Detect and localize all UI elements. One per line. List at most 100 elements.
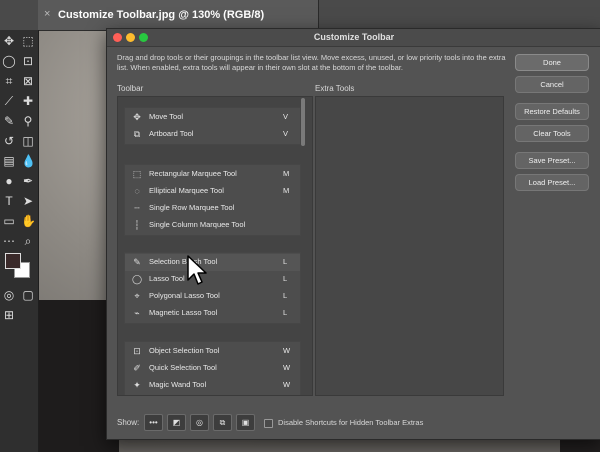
eraser-icon[interactable]: ◫ bbox=[21, 134, 35, 148]
stamp-icon[interactable]: ⚲ bbox=[21, 114, 35, 128]
type-icon[interactable]: T bbox=[2, 194, 16, 208]
disable-shortcuts-label[interactable]: Disable Shortcuts for Hidden Toolbar Ext… bbox=[278, 418, 423, 427]
list-item[interactable]: ⬚ Rectangular Marquee Tool M bbox=[125, 166, 300, 183]
tool-shortcut: W bbox=[283, 363, 291, 372]
clear-tools-button[interactable]: Clear Tools bbox=[515, 125, 589, 142]
color-swatch-icon[interactable]: ◩ bbox=[167, 414, 186, 431]
blur-icon[interactable]: 💧 bbox=[21, 154, 36, 168]
tool-shortcut: M bbox=[283, 169, 290, 178]
tools-panel: ✥ ⬚ ◯ ⊡ ⌗ ⊠ ⟋ ✚ ✎ ⚲ ↺ ◫ ▤ 💧 ● ✒ T ➤ ▭ ✋ … bbox=[0, 30, 39, 452]
move-icon[interactable]: ✥ bbox=[2, 34, 16, 48]
tool-shortcut: L bbox=[283, 257, 288, 266]
tool-group[interactable]: ⊡ Object Selection Tool W ✐ Quick Select… bbox=[124, 341, 301, 395]
quick-mask-icon[interactable]: ◎ bbox=[2, 288, 16, 302]
shape-icon[interactable]: ▭ bbox=[2, 214, 16, 228]
document-tab-title: Customize Toolbar.jpg @ 130% (RGB/8) bbox=[58, 9, 265, 21]
tool-group[interactable]: ✥ Move Tool V ⧉ Artboard Tool V bbox=[124, 107, 301, 145]
list-item[interactable]: ✦ Magic Wand Tool W bbox=[125, 377, 300, 394]
object-selection-icon: ⊡ bbox=[133, 346, 141, 356]
tool-group[interactable]: ✎ Selection Brush Tool L ◯ Lasso Tool L … bbox=[124, 252, 301, 324]
more-tools-icon[interactable]: ⋯ bbox=[2, 234, 16, 248]
tool-name: Magic Wand Tool bbox=[149, 380, 207, 389]
quick-mask-icon[interactable]: ◎ bbox=[190, 414, 209, 431]
more-icon[interactable]: ••• bbox=[144, 414, 163, 431]
magnetic-lasso-icon: ⌁ bbox=[134, 308, 140, 318]
close-tab-icon[interactable]: × bbox=[44, 8, 50, 20]
frame-icon[interactable]: ⊠ bbox=[21, 74, 35, 88]
toolbar-list-label: Toolbar bbox=[117, 84, 144, 93]
healing-icon[interactable]: ✚ bbox=[21, 94, 35, 108]
restore-defaults-button[interactable]: Restore Defaults bbox=[515, 103, 589, 120]
gradient-icon[interactable]: ▤ bbox=[2, 154, 16, 168]
hand-icon[interactable]: ✋ bbox=[21, 214, 36, 228]
tool-shortcut: L bbox=[283, 274, 288, 283]
history-brush-icon[interactable]: ↺ bbox=[2, 134, 16, 148]
toolbar-list[interactable]: ✥ Move Tool V ⧉ Artboard Tool V ⬚ Rectan… bbox=[117, 96, 313, 396]
list-item[interactable]: ┄ Single Row Marquee Tool bbox=[125, 200, 300, 217]
lasso-icon[interactable]: ◯ bbox=[2, 54, 16, 68]
rectangular-marquee-icon: ⬚ bbox=[132, 169, 142, 179]
dialog-title: Customize Toolbar bbox=[313, 32, 395, 42]
scrollbar-thumb[interactable] bbox=[301, 98, 305, 146]
list-item[interactable]: ◌ Elliptical Marquee Tool M bbox=[125, 183, 300, 200]
single-column-marquee-icon: ┆ bbox=[134, 220, 140, 230]
tool-name: Elliptical Marquee Tool bbox=[149, 186, 224, 195]
tool-group[interactable]: ⬚ Rectangular Marquee Tool M ◌ Elliptica… bbox=[124, 164, 301, 236]
tool-shortcut: L bbox=[283, 308, 288, 317]
foreground-color-swatch[interactable] bbox=[5, 253, 21, 269]
tool-name: Object Selection Tool bbox=[149, 346, 220, 355]
rect-marquee-icon[interactable]: ⬚ bbox=[21, 34, 35, 48]
edit-toolbar-icon[interactable]: ⊞ bbox=[2, 308, 16, 322]
save-preset-button[interactable]: Save Preset... bbox=[515, 152, 589, 169]
load-preset-button[interactable]: Load Preset... bbox=[515, 174, 589, 191]
magic-wand-icon: ✦ bbox=[133, 380, 141, 390]
done-button[interactable]: Done bbox=[515, 54, 589, 71]
list-item[interactable]: ✎ Selection Brush Tool L bbox=[125, 254, 300, 271]
tool-shortcut: W bbox=[283, 380, 291, 389]
lasso-icon: ◯ bbox=[131, 274, 143, 284]
extra-tools-label: Extra Tools bbox=[315, 84, 355, 93]
crop-icon[interactable]: ⌗ bbox=[2, 74, 16, 88]
list-item[interactable]: ⌖ Polygonal Lasso Tool L bbox=[125, 288, 300, 305]
tool-shortcut: V bbox=[283, 112, 289, 121]
mouse-cursor-icon bbox=[187, 255, 207, 285]
list-item[interactable]: ┆ Single Column Marquee Tool bbox=[125, 217, 300, 234]
dodge-icon[interactable]: ● bbox=[2, 174, 16, 188]
list-item[interactable]: ✥ Move Tool V bbox=[125, 109, 300, 126]
artboard-mode-icon[interactable]: ▣ bbox=[236, 414, 255, 431]
zoom-icon[interactable]: ⌕ bbox=[21, 234, 35, 248]
single-row-marquee-icon: ┄ bbox=[134, 203, 140, 213]
app-menubar: × Customize Toolbar.jpg @ 130% (RGB/8) bbox=[0, 0, 600, 31]
selection-brush-icon: ✎ bbox=[133, 257, 141, 267]
extra-tools-list[interactable] bbox=[315, 96, 504, 396]
disable-shortcuts-checkbox[interactable] bbox=[264, 419, 273, 428]
move-icon: ✥ bbox=[133, 112, 141, 122]
list-item[interactable]: ◯ Lasso Tool L bbox=[125, 271, 300, 288]
list-item[interactable]: ⊡ Object Selection Tool W bbox=[125, 343, 300, 360]
screen-mode-icon[interactable]: ⧉ bbox=[213, 414, 232, 431]
toolbar-list-scrollbar[interactable] bbox=[300, 96, 306, 394]
quick-selection-icon: ✐ bbox=[133, 363, 141, 373]
tool-name: Rectangular Marquee Tool bbox=[149, 169, 237, 178]
tool-shortcut: L bbox=[283, 291, 288, 300]
eyedropper-icon[interactable]: ⟋ bbox=[2, 94, 16, 108]
screen-mode-icon[interactable]: ▢ bbox=[21, 288, 35, 302]
brush-icon[interactable]: ✎ bbox=[2, 114, 16, 128]
document-tab[interactable]: × Customize Toolbar.jpg @ 130% (RGB/8) bbox=[38, 0, 319, 30]
tool-shortcut: V bbox=[283, 129, 289, 138]
list-item[interactable]: ✐ Quick Selection Tool W bbox=[125, 360, 300, 377]
polygonal-lasso-icon: ⌖ bbox=[134, 291, 140, 301]
tool-name: Magnetic Lasso Tool bbox=[149, 308, 218, 317]
dialog-description: Drag and drop tools or their groupings i… bbox=[117, 53, 506, 72]
path-select-icon[interactable]: ➤ bbox=[21, 194, 35, 208]
tool-name: Single Column Marquee Tool bbox=[149, 220, 246, 229]
cancel-button[interactable]: Cancel bbox=[515, 76, 589, 93]
list-item[interactable]: ⌁ Magnetic Lasso Tool L bbox=[125, 305, 300, 322]
pen-icon[interactable]: ✒ bbox=[21, 174, 35, 188]
tool-name: Single Row Marquee Tool bbox=[149, 203, 235, 212]
object-select-icon[interactable]: ⊡ bbox=[21, 54, 35, 68]
customize-toolbar-dialog: Customize Toolbar Drag and drop tools or… bbox=[106, 28, 600, 440]
tool-name: Lasso Tool bbox=[149, 274, 185, 283]
tool-shortcut: W bbox=[283, 346, 291, 355]
list-item[interactable]: ⧉ Artboard Tool V bbox=[125, 126, 300, 143]
